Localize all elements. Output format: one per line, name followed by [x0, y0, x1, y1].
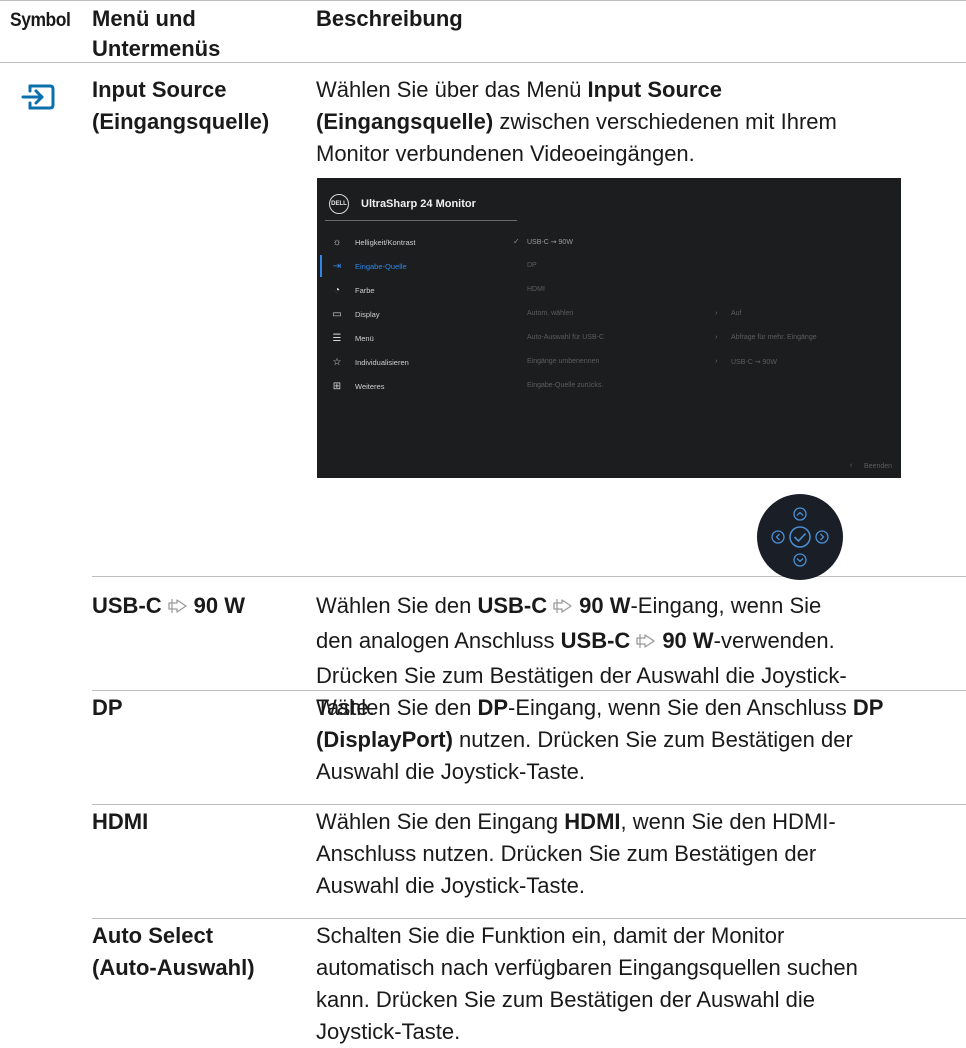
osd-sub-reset[interactable]: Eingabe-Quelle zurücks. — [527, 382, 603, 389]
osd-menu-label: Weiteres — [355, 381, 385, 391]
header-menu-line1: Menü und — [92, 6, 196, 31]
osd-sub-hdmi[interactable]: HDMI — [527, 286, 545, 293]
desc-dp-line3: Auswahl die Joystick-Taste. — [316, 759, 585, 784]
desc-usbc-line2: den analogen Anschluss USB-C 90 W-verwend… — [316, 625, 956, 660]
osd-menu-item-color[interactable]: ◔ Farbe — [329, 281, 375, 299]
osd-menu-item-menu[interactable]: ☰ Menü — [329, 329, 374, 347]
menu-usbc: USB-C 90 W — [92, 590, 245, 625]
osd-value-auto-select: Auf — [731, 310, 742, 317]
osd-menu-label: Helligkeit/Kontrast — [355, 237, 416, 247]
header-description: Beschreibung — [316, 6, 463, 31]
osd-menu-label: Eingabe-Quelle — [355, 261, 407, 271]
osd-menu-item-others[interactable]: ⊞ Weiteres — [329, 377, 385, 395]
joystick-illustration — [757, 494, 843, 580]
desc-auto-select-line4: Joystick-Taste. — [316, 1019, 461, 1044]
star-icon: ☆ — [332, 356, 342, 368]
osd-menu-item-display[interactable]: ▭ Display — [329, 305, 380, 323]
osd-title-underline — [325, 220, 517, 221]
desc-usbc-line3: Drücken Sie zum Bestätigen der Auswahl d… — [316, 663, 847, 688]
chevron-right-icon: › — [715, 358, 718, 365]
osd-menu-label: Display — [355, 309, 380, 319]
input-source-icon — [20, 82, 56, 112]
color-icon: ◔ — [333, 284, 341, 296]
header-menu-line2: Untermenüs — [92, 36, 221, 61]
osd-sub-auto-usbc[interactable]: Auto-Auswahl für USB-C — [527, 334, 604, 341]
desc-auto-select-line1: Schalten Sie die Funktion ein, damit der… — [316, 923, 785, 948]
menu-auto-select-line2: (Auto-Auswahl) — [92, 955, 255, 980]
table-top-rule — [0, 0, 966, 1]
desc-auto-select: Schalten Sie die Funktion ein, damit der… — [316, 920, 956, 1048]
osd-exit-button[interactable]: Beenden — [864, 463, 892, 470]
usbc-power-icon — [551, 593, 575, 625]
chevron-left-icon: ‹ — [850, 462, 853, 469]
joystick-icon — [760, 497, 840, 577]
menu-auto-select-line1: Auto Select — [92, 923, 214, 948]
usbc-power-icon — [166, 593, 190, 625]
dell-logo: DELL — [329, 194, 349, 214]
osd-value-auto-usbc: Abfrage für mehr. Eingänge — [731, 334, 817, 341]
usbc-power-icon — [634, 628, 658, 660]
desc-usbc-line1: Wählen Sie den USB-C 90 W-Eingang, wenn S… — [316, 590, 956, 625]
osd-sub-rename[interactable]: Eingänge umbenennen — [527, 358, 599, 365]
desc-hdmi: Wählen Sie den Eingang HDMI, wenn Sie de… — [316, 806, 956, 902]
osd-menu-label: Individualisieren — [355, 357, 409, 367]
header-symbol: Symbol — [10, 10, 71, 31]
menu-auto-select: Auto Select (Auto-Auswahl) — [92, 920, 255, 984]
desc-input-source-line1: Wählen Sie über das Menü Input Source — [316, 77, 722, 102]
osd-title-row: DELL UltraSharp 24 Monitor — [329, 192, 476, 216]
desc-input-source-line3: Monitor verbundenen Videoeingängen. — [316, 141, 695, 166]
menu-hdmi: HDMI — [92, 809, 149, 834]
osd-menu-item-input[interactable]: ⇥ Eingabe-Quelle — [329, 257, 407, 275]
osd-menu-item-brightness[interactable]: ☼ Helligkeit/Kontrast — [329, 233, 415, 251]
desc-input-source-line2: (Eingangsquelle) zwischen verschiedenen … — [316, 109, 837, 134]
desc-input-source: Wählen Sie über das Menü Input Source (E… — [316, 74, 956, 170]
osd-sub-auto-select[interactable]: Autom. wählen — [527, 310, 573, 317]
check-icon: ✓ — [513, 237, 520, 246]
header-rule — [0, 62, 966, 63]
osd-active-indicator — [320, 255, 322, 277]
menu-input-source-line1: Input Source — [92, 77, 227, 102]
brightness-icon: ☼ — [332, 236, 342, 248]
osd-value-rename: USB-C ⇝ 90W — [731, 359, 777, 366]
osd-screenshot: DELL UltraSharp 24 Monitor ☼ Helligkeit/… — [317, 178, 901, 478]
osd-sub-dp[interactable]: DP — [527, 262, 537, 269]
row-rule-hdmi — [92, 804, 966, 805]
chevron-right-icon: › — [715, 334, 718, 341]
others-icon: ⊞ — [332, 380, 342, 392]
menu-dp: DP — [92, 695, 123, 720]
chevron-right-icon: › — [715, 310, 718, 317]
menu-input-source-line2: (Eingangsquelle) — [92, 109, 270, 134]
header-menu: Menü und Untermenüs — [92, 6, 220, 62]
osd-title: UltraSharp 24 Monitor — [361, 198, 476, 210]
desc-dp-line1: Wählen Sie den DP-Eingang, wenn Sie den … — [316, 695, 884, 720]
display-icon: ▭ — [332, 308, 342, 320]
menu-icon: ☰ — [332, 332, 342, 344]
osd-sub-usbc[interactable]: USB-C ⇝ 90W — [527, 238, 573, 246]
input-icon: ⇥ — [332, 260, 342, 272]
desc-hdmi-line2: Anschluss nutzen. Drücken Sie zum Bestät… — [316, 841, 817, 866]
desc-hdmi-line1: Wählen Sie den Eingang HDMI, wenn Sie de… — [316, 809, 836, 834]
desc-dp: Wählen Sie den DP-Eingang, wenn Sie den … — [316, 692, 956, 788]
osd-menu-label: Farbe — [355, 285, 375, 295]
desc-auto-select-line3: kann. Drücken Sie zum Bestätigen der Aus… — [316, 987, 815, 1012]
row-rule-auto — [92, 918, 966, 919]
osd-menu-label: Menü — [355, 333, 374, 343]
osd-menu-item-personalize[interactable]: ☆ Individualisieren — [329, 353, 409, 371]
menu-input-source: Input Source (Eingangsquelle) — [92, 74, 269, 138]
desc-dp-line2: (DisplayPort) nutzen. Drücken Sie zum Be… — [316, 727, 853, 752]
desc-hdmi-line3: Auswahl die Joystick-Taste. — [316, 873, 585, 898]
desc-auto-select-line2: automatisch nach verfügbaren Eingangsque… — [316, 955, 858, 980]
